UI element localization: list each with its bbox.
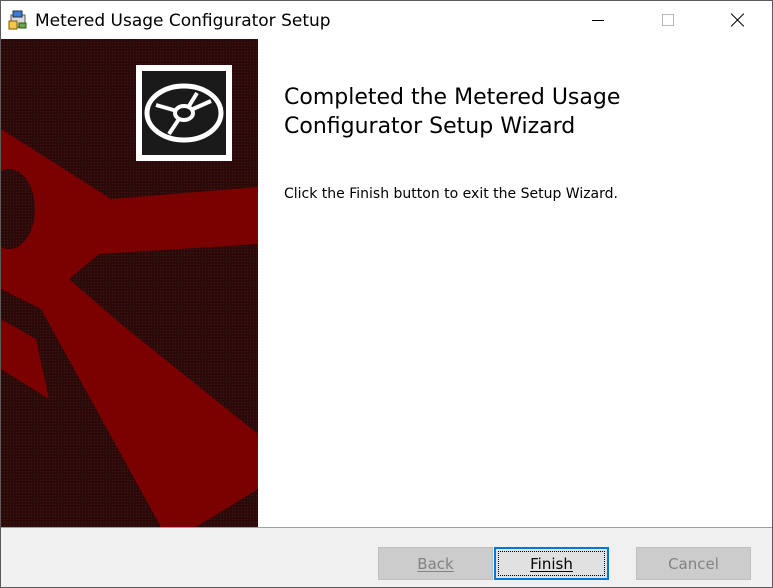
setup-window: Metered Usage Configurator Setup Complet… (0, 0, 773, 588)
banner-image (1, 39, 258, 527)
window-title: Metered Usage Configurator Setup (35, 11, 331, 31)
logo-frame (136, 65, 232, 161)
minimize-icon (592, 19, 604, 21)
close-icon (730, 12, 746, 28)
wizard-content: Completed the Metered Usage Configurator… (258, 39, 772, 527)
installer-icon (8, 10, 27, 30)
maximize-button[interactable] (645, 1, 691, 39)
back-button[interactable]: Back (378, 547, 493, 580)
minimize-button[interactable] (575, 1, 621, 39)
cancel-button[interactable]: Cancel (636, 547, 751, 580)
page-title: Completed the Metered Usage Configurator… (284, 85, 621, 139)
close-button[interactable] (715, 1, 761, 39)
button-bar: Back Finish Cancel (1, 528, 772, 587)
maximize-icon (662, 14, 674, 26)
instruction-text: Click the Finish button to exit the Setu… (284, 186, 618, 202)
finish-button[interactable]: Finish (494, 547, 609, 580)
title-bar: Metered Usage Configurator Setup (1, 1, 772, 39)
